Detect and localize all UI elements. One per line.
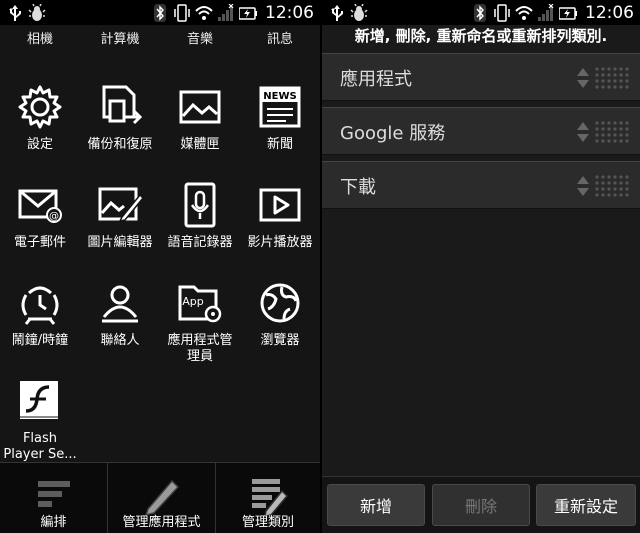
app-label-camera[interactable]: 相機 (0, 28, 80, 47)
app-gallery-label: 媒體匣 (180, 137, 220, 152)
delete-category-button[interactable]: 刪除 (432, 484, 530, 526)
bluetooth-icon (151, 3, 169, 22)
app-label-messages[interactable]: 訊息 (240, 28, 320, 47)
flash-icon (16, 377, 64, 425)
usb-icon (328, 4, 346, 22)
partial-app-row: 相機 計算機 音樂 訊息 (0, 25, 320, 47)
usb-icon (6, 4, 24, 22)
app-gallery[interactable]: 媒體匣 (160, 83, 240, 181)
category-row[interactable]: 下載 (322, 161, 640, 209)
app-alarm-clock[interactable]: 鬧鐘/時鐘 (0, 279, 80, 377)
status-clock: 12:06 (585, 2, 634, 23)
email-icon: @ (16, 181, 64, 229)
category-row[interactable]: 應用程式 (322, 53, 640, 101)
category-name: Google 服務 (340, 123, 446, 144)
app-browser-label: 瀏覽器 (260, 333, 300, 348)
video-player-icon (256, 181, 304, 229)
app-backup[interactable]: 備份和復原 (80, 83, 160, 181)
app-browser[interactable]: 瀏覽器 (240, 279, 320, 377)
app-photo-editor-label: 圖片編輯器 (87, 235, 153, 250)
drag-handle-icon[interactable] (594, 66, 630, 90)
drag-handle-icon[interactable] (594, 174, 630, 198)
app-settings[interactable]: 設定 (0, 83, 80, 181)
app-label-calculator[interactable]: 計算機 (80, 28, 160, 47)
app-news[interactable]: NEWS 新聞 (240, 83, 320, 181)
app-grid: 相機 計算機 音樂 訊息 設定 備份和復原 媒體匣 NEWS 新聞 @ 電子郵件 (0, 25, 320, 462)
bluetooth-icon (471, 3, 489, 22)
wifi-icon (195, 4, 213, 22)
app-app-manager[interactable]: App 應用程式管理員 (160, 279, 240, 377)
category-row[interactable]: Google 服務 (322, 107, 640, 155)
manage-apps-button[interactable]: 管理應用程式 (108, 463, 215, 533)
app-contacts[interactable]: 聯絡人 (80, 279, 160, 377)
manage-categories-panel: 12:06 新增, 刪除, 重新命名或重新排列類別. 應用程式 Google 服… (322, 0, 640, 533)
app-video-player[interactable]: 影片播放器 (240, 181, 320, 279)
signal-icon (537, 3, 555, 22)
app-drawer-panel: 12:06 相機 計算機 音樂 訊息 設定 備份和復原 媒體匣 NEWS 新聞 … (0, 0, 320, 533)
gear-icon (16, 83, 64, 131)
instruction-text: 新增, 刪除, 重新命名或重新排列類別. (354, 27, 608, 45)
news-icon: NEWS (256, 83, 304, 131)
add-category-button[interactable]: 新增 (327, 484, 425, 526)
app-email[interactable]: @ 電子郵件 (0, 181, 80, 279)
app-news-label: 新聞 (266, 137, 293, 152)
manage-categories-button[interactable]: 管理類別 (216, 463, 320, 533)
status-clock: 12:06 (265, 2, 314, 23)
app-flash-player[interactable]: Flash Player Se... (0, 377, 80, 475)
vibrate-icon (173, 3, 191, 22)
reorder-arrows-icon[interactable] (576, 66, 590, 90)
reset-categories-button[interactable]: 重新設定 (536, 484, 636, 526)
app-video-player-label: 影片播放器 (247, 235, 313, 250)
app-label-music[interactable]: 音樂 (160, 28, 240, 47)
arrange-button[interactable]: 編排 (0, 463, 107, 533)
contacts-icon (96, 279, 144, 327)
battery-charging-icon (239, 4, 257, 22)
browser-icon (256, 279, 304, 327)
voice-recorder-icon (176, 181, 224, 229)
app-voice-recorder[interactable]: 語音記錄器 (160, 181, 240, 279)
app-photo-editor[interactable]: 圖片編輯器 (80, 181, 160, 279)
alarm-clock-icon (16, 279, 64, 327)
app-manager-icon-text: App (182, 295, 204, 308)
app-flash-player-label: Flash Player Se... (3, 431, 77, 462)
debug-bug-icon (28, 3, 46, 22)
category-name: 應用程式 (340, 69, 412, 90)
app-app-manager-label: 應用程式管理員 (167, 333, 233, 364)
battery-charging-icon (559, 4, 577, 22)
app-manager-icon: App (176, 279, 224, 327)
svg-text:@: @ (49, 211, 59, 222)
reorder-arrows-icon[interactable] (576, 120, 590, 144)
app-contacts-label: 聯絡人 (100, 333, 140, 348)
status-bar: 12:06 (0, 0, 320, 25)
photo-editor-icon (96, 181, 144, 229)
vibrate-icon (493, 3, 511, 22)
status-bar: 12:06 (322, 0, 640, 25)
app-backup-label: 備份和復原 (87, 137, 153, 152)
backup-icon (96, 83, 144, 131)
signal-icon (217, 3, 235, 22)
debug-bug-icon (350, 3, 368, 22)
app-settings-label: 設定 (26, 137, 53, 152)
drawer-bottom-bar: 編排 管理應用程式 管理類別 (0, 462, 320, 533)
drag-handle-icon[interactable] (594, 120, 630, 144)
news-icon-text: NEWS (263, 91, 296, 102)
manage-apps-button-label: 管理應用程式 (122, 515, 201, 530)
app-voice-recorder-label: 語音記錄器 (167, 235, 233, 250)
reorder-arrows-icon[interactable] (576, 174, 590, 198)
wifi-icon (515, 4, 533, 22)
app-email-label: 電子郵件 (13, 235, 66, 250)
manage-categories-button-label: 管理類別 (241, 515, 294, 530)
app-alarm-clock-label: 鬧鐘/時鐘 (11, 333, 69, 348)
arrange-button-label: 編排 (40, 515, 67, 530)
gallery-icon (176, 83, 224, 131)
category-name: 下載 (340, 177, 376, 198)
